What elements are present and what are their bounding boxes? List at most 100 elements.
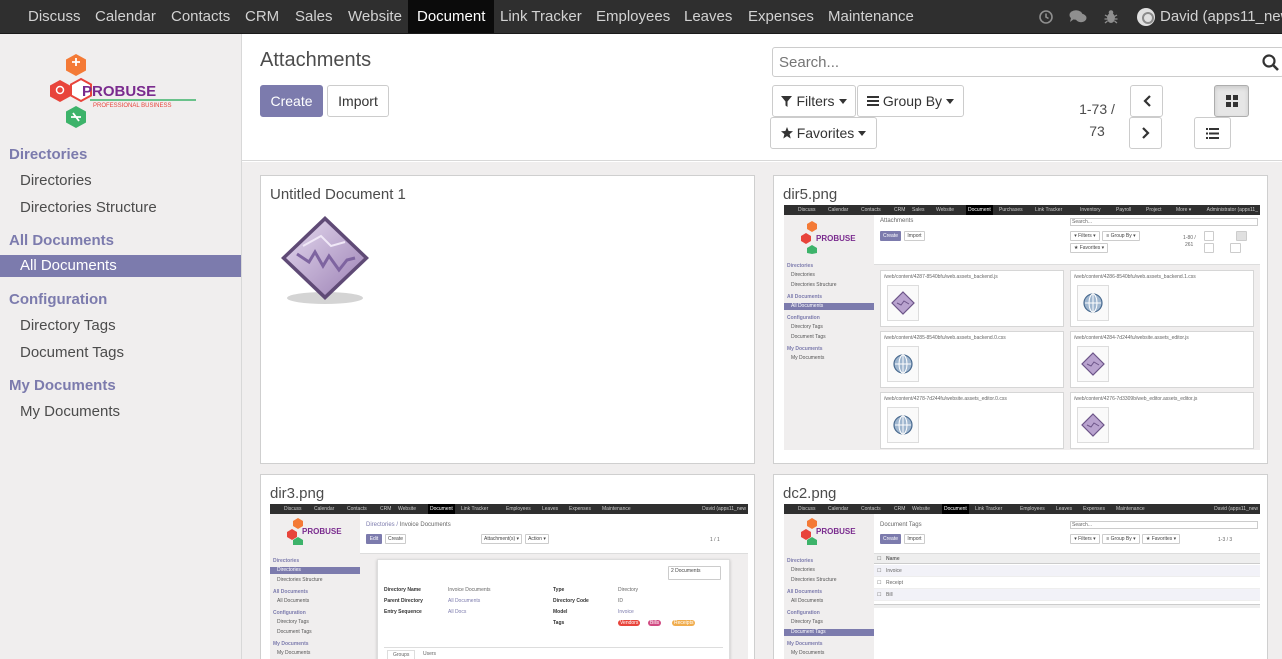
image-preview: Discuss Calendar Contacts CRM Sales Website Do… xyxy=(784,205,1260,450)
caret-down-icon xyxy=(838,98,847,104)
kanban-card[interactable]: dc2.png Discuss Calendar Contacts CRM Websit… xyxy=(773,474,1268,659)
card-title: dc2.png xyxy=(783,485,837,502)
preview-title: Attachments xyxy=(880,218,914,224)
preview-menu-item: Discuss xyxy=(798,207,816,213)
kanban-view: Untitled Document 1 dir5.png Discuss Cale… xyxy=(242,162,1282,659)
preview-sidebar-section: Directories xyxy=(787,263,814,269)
favorites-label: Favorites xyxy=(796,125,855,141)
menu-document[interactable]: Document xyxy=(408,0,495,33)
preview-menu-item: Link Tracker xyxy=(461,506,489,512)
sidebar-item-directories-structure[interactable]: Directories Structure xyxy=(0,197,241,219)
preview-document-icon xyxy=(1077,407,1109,443)
kanban-card[interactable]: dir5.png Discuss Calendar Contacts CRM Sales… xyxy=(773,175,1268,464)
import-button[interactable]: Import xyxy=(327,85,389,117)
user-menu[interactable]: David (apps11_new xyxy=(1137,0,1282,33)
preview-kanban-card: /web/content/4287-8540bfu/web.assets_bac… xyxy=(880,270,1064,327)
menu-sales[interactable]: Sales xyxy=(286,0,342,33)
card-title: Untitled Document 1 xyxy=(270,186,406,203)
pager-next-button[interactable] xyxy=(1129,117,1162,149)
sidebar-item-directory-tags[interactable]: Directory Tags xyxy=(0,315,241,337)
preview-card-name: /web/content/4287-8540bfu/web.assets_bac… xyxy=(884,274,998,280)
pager-value[interactable]: 1-73 / 73 xyxy=(1074,98,1120,142)
preview-filters: ▾ Filters ▾ xyxy=(1070,534,1100,544)
preview-menu-item: Link Tracker xyxy=(1035,207,1063,213)
preview-kanban-card: /web/content/4284-7d244fu/website.assets… xyxy=(1070,331,1254,388)
preview-prev xyxy=(1204,231,1214,241)
filters-button[interactable]: Filters xyxy=(772,85,856,117)
preview-sidebar-item: Directory Tags xyxy=(277,619,309,625)
preview-title: Document Tags xyxy=(880,522,922,528)
preview-field-value: All Documents xyxy=(448,598,481,604)
sidebar-item-directories[interactable]: Directories xyxy=(0,170,241,192)
preview-sidebar-item: Document Tags xyxy=(784,629,874,636)
preview-row-name: Bill xyxy=(886,592,893,598)
preview-sidebar-item: My Documents xyxy=(791,355,825,361)
filter-funnel-icon xyxy=(781,95,793,107)
sidebar-item-my-documents[interactable]: My Documents xyxy=(0,401,241,423)
kanban-card[interactable]: dir3.png Discuss Calendar Contacts CRM Websi… xyxy=(260,474,755,659)
group-by-button[interactable]: Group By xyxy=(857,85,964,117)
preview-menu-item: Contacts xyxy=(347,506,367,512)
menu-leaves[interactable]: Leaves xyxy=(675,0,741,33)
list-view-button[interactable] xyxy=(1194,117,1231,149)
preview-card-name: /web/content/4286-8540bfu/web.assets_bac… xyxy=(1074,274,1196,280)
preview-card-name: /web/content/4278-7d244fu/website.assets… xyxy=(884,396,1007,402)
sidebar-item-document-tags[interactable]: Document Tags xyxy=(0,342,241,364)
preview-breadcrumb: Directories / Invoice Documents xyxy=(366,522,451,528)
menu-employees[interactable]: Employees xyxy=(587,0,679,33)
preview-search: Search... xyxy=(1070,218,1258,226)
preview-search: Search... xyxy=(1070,521,1258,529)
preview-sidebar-section: All Documents xyxy=(787,589,823,595)
preview-pager: 1-3 / 3 xyxy=(1218,537,1233,543)
preview-breadcrumb-current: Invoice Documents xyxy=(399,522,451,528)
generic-document-icon xyxy=(275,212,379,315)
filters-label: Filters xyxy=(796,93,835,109)
menu-calendar[interactable]: Calendar xyxy=(86,0,165,33)
favorites-button[interactable]: Favorites xyxy=(770,117,877,149)
search-input[interactable] xyxy=(779,48,1249,76)
preview-card-name: /web/content/4285-8540bfu/web.assets_bac… xyxy=(884,335,1006,341)
menu-discuss[interactable]: Discuss xyxy=(19,0,90,33)
preview-action: Action ▾ xyxy=(525,534,549,544)
menu-website[interactable]: Website xyxy=(339,0,411,33)
preview-menu-item: Discuss xyxy=(284,506,302,512)
chevron-right-icon xyxy=(1141,127,1150,139)
preview-group-by: ≡ Group By ▾ xyxy=(1102,534,1140,544)
preview-field-label: Directory Name xyxy=(384,587,421,593)
preview-sidebar: PROBUSE Directories Directories Directorie… xyxy=(784,215,874,450)
messages-chat-icon[interactable] xyxy=(1066,0,1090,33)
debug-bug-icon[interactable] xyxy=(1099,0,1123,33)
preview-sidebar-section: All Documents xyxy=(787,294,823,300)
kanban-view-button[interactable] xyxy=(1214,85,1249,117)
activity-clock-icon[interactable] xyxy=(1034,0,1058,33)
preview-edit-button: Edit xyxy=(366,534,382,544)
preview-menu-item: Document xyxy=(966,205,993,215)
menu-contacts[interactable]: Contacts xyxy=(162,0,239,33)
menu-crm[interactable]: CRM xyxy=(236,0,288,33)
preview-tag-badge: Receipts xyxy=(672,620,696,626)
menu-maintenance[interactable]: Maintenance xyxy=(819,0,923,33)
preview-menu-item: Employees xyxy=(506,506,531,512)
pager-previous-button[interactable] xyxy=(1130,85,1163,117)
preview-tab-users: Users xyxy=(423,651,437,657)
sidebar-item-all-documents[interactable]: All Documents xyxy=(0,255,241,277)
create-button[interactable]: Create xyxy=(260,85,323,117)
menu-expenses[interactable]: Expenses xyxy=(739,0,823,33)
preview-menu-item: More ▾ xyxy=(1176,207,1192,213)
search-icon[interactable] xyxy=(1261,53,1281,73)
preview-row-name: Invoice xyxy=(886,568,902,574)
preview-sidebar-section: My Documents xyxy=(787,641,823,647)
preview-smart-button: 2 Documents xyxy=(668,566,721,580)
preview-sidebar-section: Configuration xyxy=(787,610,820,616)
company-logo: PROBUSE PROFESSIONAL BUSINESS xyxy=(46,52,198,130)
preview-list-row: ☐ Receipt xyxy=(874,577,1260,589)
group-by-list-icon xyxy=(866,96,879,106)
preview-field-value: Invoice xyxy=(618,609,634,615)
menu-link-tracker[interactable]: Link Tracker xyxy=(491,0,591,33)
preview-menu-item: Calendar xyxy=(828,207,849,213)
preview-menu-item: Document xyxy=(942,504,969,514)
kanban-card[interactable]: Untitled Document 1 xyxy=(260,175,755,464)
preview-field-label: Type xyxy=(553,587,565,593)
preview-list-footer xyxy=(874,604,1260,608)
preview-import-button: Import xyxy=(904,231,925,241)
